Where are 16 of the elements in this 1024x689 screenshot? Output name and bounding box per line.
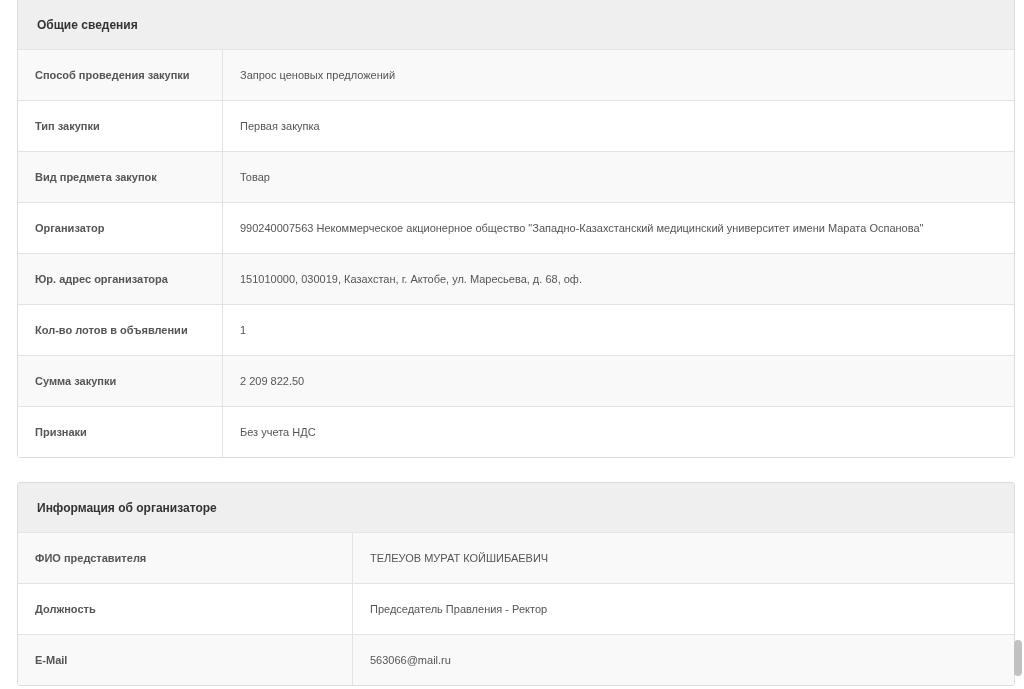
scrollbar-thumb[interactable]	[1014, 640, 1022, 676]
field-value: 990240007563 Некоммерческое акционерное общество "Западно-Казахстанский медицинский университет имени Марата Оспанова"	[239, 221, 925, 236]
field-label: Признаки	[18, 407, 223, 457]
field-value: 151010000, 030019, Казахстан, г. Актобе, ул. Маресьева, д. 68, оф.	[239, 272, 583, 287]
field-value: 563066@mail.ru	[369, 653, 452, 668]
field-value: 1	[239, 323, 248, 338]
panel-title: Общие сведения	[18, 0, 1014, 50]
panel-title: Информация об организаторе	[18, 483, 1014, 533]
field-value: 2 209 822.50	[239, 374, 306, 389]
field-value: Запрос ценовых предложений	[239, 68, 397, 83]
field-value: ТЕЛЕУОВ МУРАТ КОЙШИБАЕВИЧ	[369, 551, 550, 566]
field-value: Председатель Правления - Ректор	[369, 602, 549, 617]
field-value: Первая закупка	[239, 119, 321, 134]
field-label: E-Mail	[18, 635, 353, 685]
field-value: Товар	[239, 170, 271, 185]
field-value: Без учета НДС	[239, 425, 317, 440]
